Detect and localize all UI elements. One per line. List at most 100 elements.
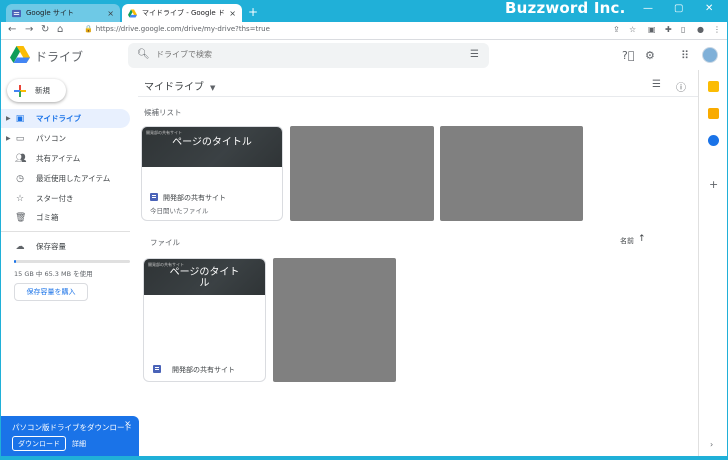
file-activity: 今日開いたファイル <box>150 207 209 215</box>
file-card[interactable]: 開発部の共有サイト ページのタイトル 開発部の共有サイト <box>143 258 266 382</box>
sidebar-item-label: ゴミ箱 <box>36 213 59 222</box>
tab-title: Google サイト <box>26 9 74 17</box>
tab-title: マイドライブ - Google ドライブ <box>142 9 225 17</box>
sidebar-item-shared[interactable]: 👥︎ 共有アイテム <box>0 149 130 168</box>
page-title-text: マイドライブ <box>144 82 204 93</box>
tab-google-sites[interactable]: Google サイト × <box>6 4 120 22</box>
forward-arrow-icon[interactable]: → <box>25 24 33 35</box>
url-field[interactable]: 🔒 https://drive.google.com/drive/my-drive… <box>84 25 270 33</box>
list-view-icon[interactable]: ☰ <box>652 79 661 90</box>
sidebar-item-label: 共有アイテム <box>36 154 81 163</box>
sidebar-item-computers[interactable]: ▶ ▭ パソコン <box>0 129 130 148</box>
file-name: 開発部の共有サイト <box>172 366 235 374</box>
download-button[interactable]: ダウンロード <box>12 436 66 451</box>
suggested-card[interactable]: 開発部の共有サイト ページのタイトル 開発部の共有サイト 今日開いたファイル <box>141 126 283 221</box>
calendar-icon[interactable] <box>708 81 719 92</box>
thumbnail-title: ページのタイトル <box>172 137 252 148</box>
clock-icon: ◷ <box>16 173 24 184</box>
trash-icon: 🗑︎ <box>15 212 27 223</box>
cloud-icon: ☁ <box>15 241 25 252</box>
settings-icon[interactable]: ⚙ <box>645 49 655 62</box>
sidebar-item-my-drive[interactable]: ▶ ▣ マイドライブ <box>0 109 130 128</box>
plus-icon <box>14 84 26 97</box>
chevron-right-icon[interactable]: › <box>710 440 713 449</box>
search-icon[interactable]: 🔍︎ <box>137 49 150 60</box>
close-icon[interactable]: × <box>229 9 236 18</box>
bookmark-star-icon[interactable]: ☆ <box>629 25 636 34</box>
side-panel: + › <box>698 70 728 456</box>
file-card-placeholder[interactable] <box>273 258 396 382</box>
buy-storage-button[interactable]: 保存容量を購入 <box>14 283 88 301</box>
help-icon[interactable]: ?⃝ <box>622 49 634 62</box>
new-button[interactable]: 新規 <box>7 79 66 102</box>
tasks-icon[interactable] <box>708 135 719 146</box>
new-tab-button[interactable]: + <box>248 5 258 19</box>
tune-icon[interactable]: ☰ <box>470 49 479 60</box>
sidebar-item-label: スター付き <box>36 194 74 203</box>
google-drive-icon <box>128 8 137 18</box>
lock-icon: 🔒 <box>84 25 93 33</box>
browser-tab-bar: Google サイト × マイドライブ - Google ドライブ × + Bu… <box>0 0 728 22</box>
sidebar-toggle-icon[interactable]: ▯ <box>681 25 685 34</box>
storage-progress-fill <box>14 260 17 263</box>
drive-icon: ▣ <box>15 113 25 124</box>
avatar[interactable] <box>702 47 718 63</box>
chevron-down-icon: ▼ <box>210 84 216 92</box>
extension-icon[interactable]: ▣ <box>648 25 656 34</box>
download-promo: パソコン版ドライブをダウンロード × ダウンロード 詳細 <box>0 416 139 456</box>
expand-arrow-icon[interactable]: ▶ <box>6 115 11 122</box>
search-box[interactable]: 🔍︎ ☰ <box>128 43 489 68</box>
sidebar-item-label: 保存容量 <box>36 242 66 251</box>
home-icon[interactable]: ⌂ <box>57 24 63 35</box>
sidebar-item-trash[interactable]: 🗑︎ ゴミ箱 <box>0 208 130 227</box>
window-close-button[interactable]: ✕ <box>705 3 713 14</box>
menu-icon[interactable]: ⋮ <box>713 25 721 34</box>
close-icon[interactable]: × <box>107 9 114 18</box>
sidebar-item-starred[interactable]: ☆ スター付き <box>0 189 130 208</box>
file-thumbnail: 開発部の共有サイト ページのタイトル <box>142 127 282 167</box>
window-border-bottom <box>0 456 728 460</box>
sidebar-item-storage[interactable]: ☁ 保存容量 <box>0 237 130 256</box>
close-icon[interactable]: × <box>124 419 131 428</box>
promo-title: パソコン版ドライブをダウンロード <box>12 423 132 432</box>
storage-usage-text: 15 GB 中 65.3 MB を使用 <box>14 270 93 278</box>
sidebar-item-label: マイドライブ <box>36 114 81 123</box>
address-bar: ← → ↻ ⌂ 🔒 https://drive.google.com/drive/… <box>0 22 728 40</box>
sidebar-item-label: 最近使用したアイテム <box>36 174 111 183</box>
suggested-card-placeholder[interactable] <box>440 126 583 221</box>
url-text: https://drive.google.com/drive/my-drive?… <box>95 25 270 33</box>
sidebar-item-recent[interactable]: ◷ 最近使用したアイテム <box>0 169 130 188</box>
file-thumbnail: 開発部の共有サイト ページのタイトル <box>144 259 265 295</box>
file-name: 開発部の共有サイト <box>163 194 226 202</box>
keep-icon[interactable] <box>708 108 719 119</box>
product-name: ドライブ <box>35 50 84 64</box>
minimize-button[interactable]: — <box>643 3 653 14</box>
info-icon[interactable]: ⓘ <box>676 79 686 94</box>
shared-icon: 👥︎ <box>15 153 27 164</box>
sort-arrow-icon[interactable]: ↑ <box>638 234 646 244</box>
thumbnail-site-name: 開発部の共有サイト <box>146 130 182 135</box>
reload-icon[interactable]: ↻ <box>41 24 49 35</box>
search-input[interactable] <box>156 50 456 59</box>
page-title[interactable]: マイドライブ ▼ <box>144 78 215 93</box>
share-icon[interactable]: ⇪ <box>613 25 620 34</box>
suggested-section-label: 候補リスト <box>144 108 182 117</box>
maximize-button[interactable]: ▢ <box>674 3 683 14</box>
expand-arrow-icon[interactable]: ▶ <box>6 135 11 142</box>
star-icon: ☆ <box>15 193 25 204</box>
back-arrow-icon[interactable]: ← <box>8 24 16 35</box>
google-sites-file-icon <box>150 193 158 201</box>
details-link[interactable]: 詳細 <box>72 439 86 449</box>
google-sites-icon <box>12 9 21 17</box>
apps-icon[interactable]: ⠿ <box>681 49 689 62</box>
puzzle-icon[interactable]: ✚ <box>665 25 672 34</box>
sort-label[interactable]: 名前 <box>620 236 634 246</box>
sidebar-divider <box>0 231 130 232</box>
tab-my-drive[interactable]: マイドライブ - Google ドライブ × <box>122 4 242 22</box>
watermark: Buzzword Inc. <box>505 0 626 17</box>
add-addon-icon[interactable]: + <box>709 178 718 191</box>
google-sites-file-icon <box>153 365 161 373</box>
suggested-card-placeholder[interactable] <box>290 126 434 221</box>
thumbnail-title: ページのタイトル <box>169 267 240 289</box>
profile-icon[interactable]: ● <box>697 25 704 34</box>
